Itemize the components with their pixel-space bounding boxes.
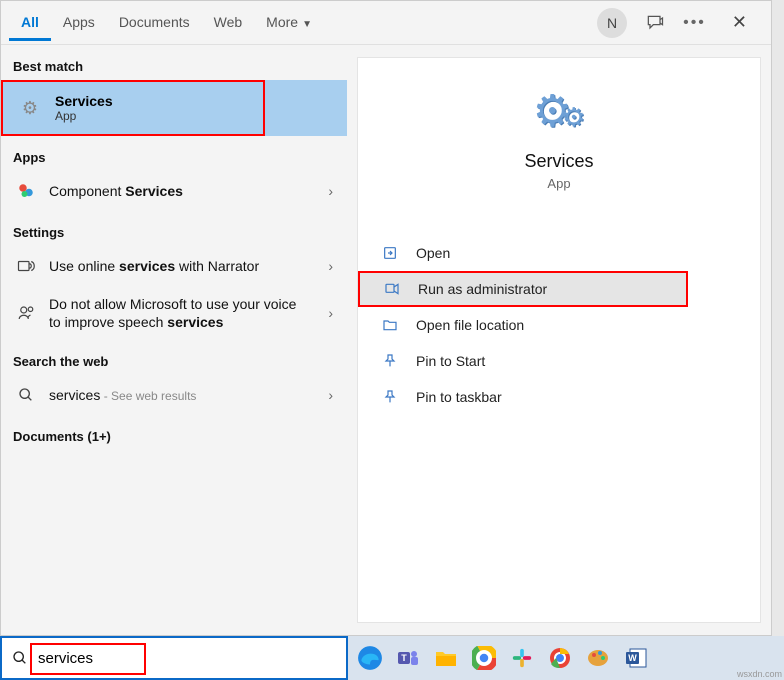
- taskbar-paint-icon[interactable]: [582, 642, 614, 674]
- action-pin-to-taskbar[interactable]: Pin to taskbar: [358, 379, 760, 415]
- caret-down-icon: ▼: [302, 19, 312, 30]
- section-apps: Apps: [1, 136, 347, 171]
- search-input[interactable]: [34, 638, 338, 678]
- section-best-match: Best match: [1, 45, 347, 80]
- taskbar-teams-icon[interactable]: T: [392, 642, 424, 674]
- taskbar-slack-icon[interactable]: [506, 642, 538, 674]
- taskbar: T W: [348, 636, 784, 680]
- apps-result-component-services[interactable]: Component Services ›: [1, 171, 347, 211]
- tab-documents[interactable]: Documents: [107, 4, 202, 41]
- web-result-services[interactable]: services - See web results ›: [1, 375, 347, 415]
- taskbar-chrome2-icon[interactable]: [544, 642, 576, 674]
- services-large-gear-icon: ⚙⚙: [378, 86, 740, 137]
- section-search-web: Search the web: [1, 340, 347, 375]
- tab-web[interactable]: Web: [202, 4, 255, 41]
- settings-result-narrator[interactable]: Use online services with Narrator ›: [1, 246, 347, 286]
- open-icon: [380, 245, 400, 261]
- narrator-icon: [15, 257, 37, 275]
- action-open-file-location[interactable]: Open file location: [358, 307, 760, 343]
- best-match-title: Services: [55, 93, 113, 109]
- admin-shield-icon: [382, 281, 402, 297]
- close-icon[interactable]: ✕: [724, 8, 755, 37]
- section-documents: Documents (1+): [1, 415, 347, 450]
- taskbar-chrome-icon[interactable]: [468, 642, 500, 674]
- search-icon: [12, 650, 28, 666]
- chevron-right-icon: ›: [328, 258, 333, 274]
- tab-all[interactable]: All: [9, 4, 51, 41]
- user-avatar[interactable]: N: [597, 8, 627, 38]
- watermark: wsxdn.com: [737, 669, 782, 679]
- action-run-as-administrator[interactable]: Run as administrator: [358, 271, 688, 307]
- search-icon: [15, 387, 37, 403]
- search-tabs: All Apps Documents Web More▼ N ••• ✕: [1, 1, 771, 45]
- taskbar-explorer-icon[interactable]: [430, 642, 462, 674]
- tab-more[interactable]: More▼: [254, 4, 324, 41]
- chevron-right-icon: ›: [328, 305, 333, 321]
- section-settings: Settings: [1, 211, 347, 246]
- more-options-icon[interactable]: •••: [683, 14, 706, 32]
- results-pane: Best match ⚙ Services App Apps Comp: [1, 45, 347, 635]
- best-match-subtitle: App: [55, 109, 113, 123]
- component-services-icon: [15, 182, 37, 200]
- tab-apps[interactable]: Apps: [51, 4, 107, 41]
- detail-subtitle: App: [378, 176, 740, 191]
- pin-taskbar-icon: [380, 389, 400, 405]
- speech-icon: [15, 304, 37, 322]
- action-open[interactable]: Open: [358, 235, 760, 271]
- svg-text:W: W: [628, 653, 637, 663]
- settings-result-speech[interactable]: Do not allow Microsoft to use your voice…: [1, 286, 347, 340]
- pin-start-icon: [380, 353, 400, 369]
- action-pin-to-start[interactable]: Pin to Start: [358, 343, 760, 379]
- search-bar[interactable]: [0, 636, 348, 680]
- chevron-right-icon: ›: [328, 387, 333, 403]
- chevron-right-icon: ›: [328, 183, 333, 199]
- taskbar-word-icon[interactable]: W: [620, 642, 652, 674]
- services-gear-icon: ⚙: [17, 95, 43, 121]
- best-match-result[interactable]: ⚙ Services App: [1, 80, 265, 136]
- svg-text:T: T: [401, 653, 407, 663]
- feedback-icon[interactable]: [645, 13, 665, 33]
- detail-title: Services: [378, 151, 740, 172]
- taskbar-edge-icon[interactable]: [354, 642, 386, 674]
- folder-icon: [380, 317, 400, 333]
- detail-pane: ⚙⚙ Services App Open Run as administrato…: [357, 57, 761, 623]
